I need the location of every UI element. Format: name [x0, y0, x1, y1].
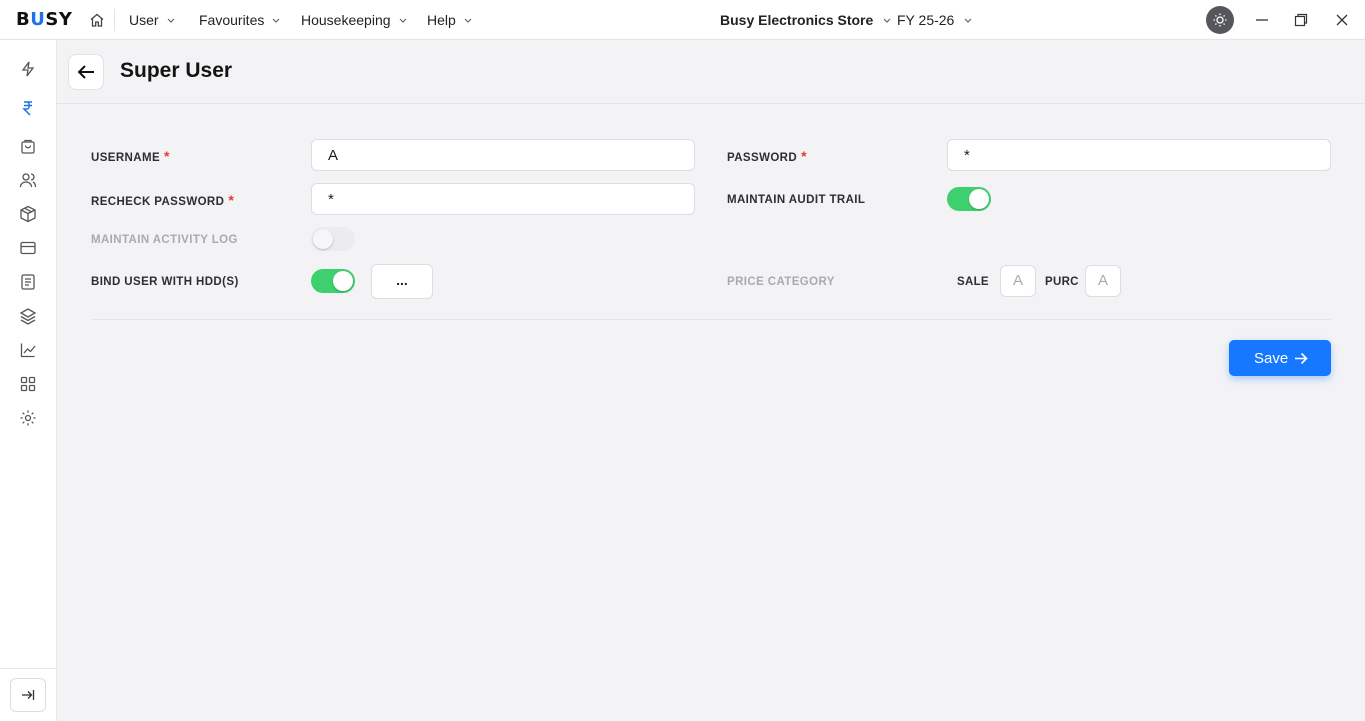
sidebar-divider [0, 668, 57, 669]
theme-toggle-button[interactable] [1206, 6, 1234, 34]
menu-help[interactable]: Help [427, 12, 472, 28]
price-category-label: PRICE CATEGORY [727, 276, 835, 288]
activity-log-label: MAINTAIN ACTIVITY LOG [91, 234, 238, 246]
chevron-down-icon [272, 18, 280, 23]
users-icon[interactable] [19, 171, 37, 189]
purc-price-category-field[interactable]: A [1085, 265, 1121, 297]
activity-log-toggle[interactable] [311, 227, 355, 251]
arrow-right-icon [1295, 352, 1308, 365]
sun-icon [1213, 13, 1227, 27]
recheck-password-input[interactable] [311, 183, 695, 215]
recheck-password-label: RECHECK PASSWORD * [91, 192, 235, 208]
username-input[interactable] [311, 139, 695, 171]
fiscal-year-selector[interactable]: FY 25-26 [897, 12, 972, 28]
bind-hdd-toggle[interactable] [311, 269, 355, 293]
menu-divider [114, 9, 115, 31]
save-button[interactable]: Save [1229, 340, 1331, 376]
rupee-icon[interactable] [19, 99, 37, 117]
gear-icon[interactable] [19, 409, 37, 427]
header-divider [57, 103, 1365, 104]
audit-trail-label: MAINTAIN AUDIT TRAIL [727, 194, 866, 206]
busy-logo: BUSY [16, 9, 73, 30]
sidebar [0, 40, 57, 721]
bind-hdd-label: BIND USER WITH HDD(S) [91, 276, 239, 288]
restore-icon[interactable] [1293, 12, 1309, 28]
chevron-down-icon [167, 18, 174, 23]
box-icon[interactable] [19, 205, 37, 223]
flash-icon[interactable] [19, 60, 37, 78]
toggle-knob [313, 229, 333, 249]
minimize-icon[interactable] [1254, 12, 1270, 28]
password-label: PASSWORD * [727, 148, 807, 164]
company-selector[interactable]: Busy Electronics Store [720, 12, 891, 28]
form-divider [91, 319, 1331, 320]
sale-price-category-field[interactable]: A [1000, 265, 1036, 297]
card-icon[interactable] [19, 239, 37, 257]
save-button-label: Save [1254, 350, 1289, 367]
toggle-knob [333, 271, 353, 291]
menu-housekeeping[interactable]: Housekeeping [301, 12, 407, 28]
document-icon[interactable] [19, 273, 37, 291]
required-mark: * [164, 148, 170, 164]
page-title: Super User [120, 59, 233, 82]
select-hdd-button[interactable]: ... [371, 264, 433, 299]
menu-user[interactable]: User [129, 12, 175, 28]
home-icon[interactable] [89, 12, 105, 28]
arrow-left-icon [77, 65, 94, 79]
chevron-down-icon [464, 18, 472, 23]
toggle-knob [969, 189, 989, 209]
username-label: USERNAME * [91, 148, 170, 164]
purc-label: PURC [1045, 276, 1079, 288]
shopping-bag-icon[interactable] [19, 137, 37, 155]
close-icon[interactable] [1334, 12, 1350, 28]
chevron-down-icon [964, 18, 972, 23]
password-input[interactable] [947, 139, 1331, 171]
audit-trail-toggle[interactable] [947, 187, 991, 211]
grid-icon[interactable] [19, 375, 37, 393]
top-bar: BUSY User Favourites Housekeeping Help B… [0, 0, 1365, 40]
required-mark: * [228, 192, 235, 208]
menu-favourites[interactable]: Favourites [199, 12, 280, 28]
chevron-down-icon [883, 18, 891, 23]
required-mark: * [801, 148, 807, 164]
sidebar-collapse-button[interactable] [10, 678, 46, 712]
sale-label: SALE [957, 276, 989, 288]
back-button[interactable] [68, 54, 104, 90]
expand-arrow-icon [22, 690, 35, 700]
chart-icon[interactable] [19, 341, 37, 359]
layers-icon[interactable] [19, 307, 37, 325]
chevron-down-icon [399, 18, 406, 23]
